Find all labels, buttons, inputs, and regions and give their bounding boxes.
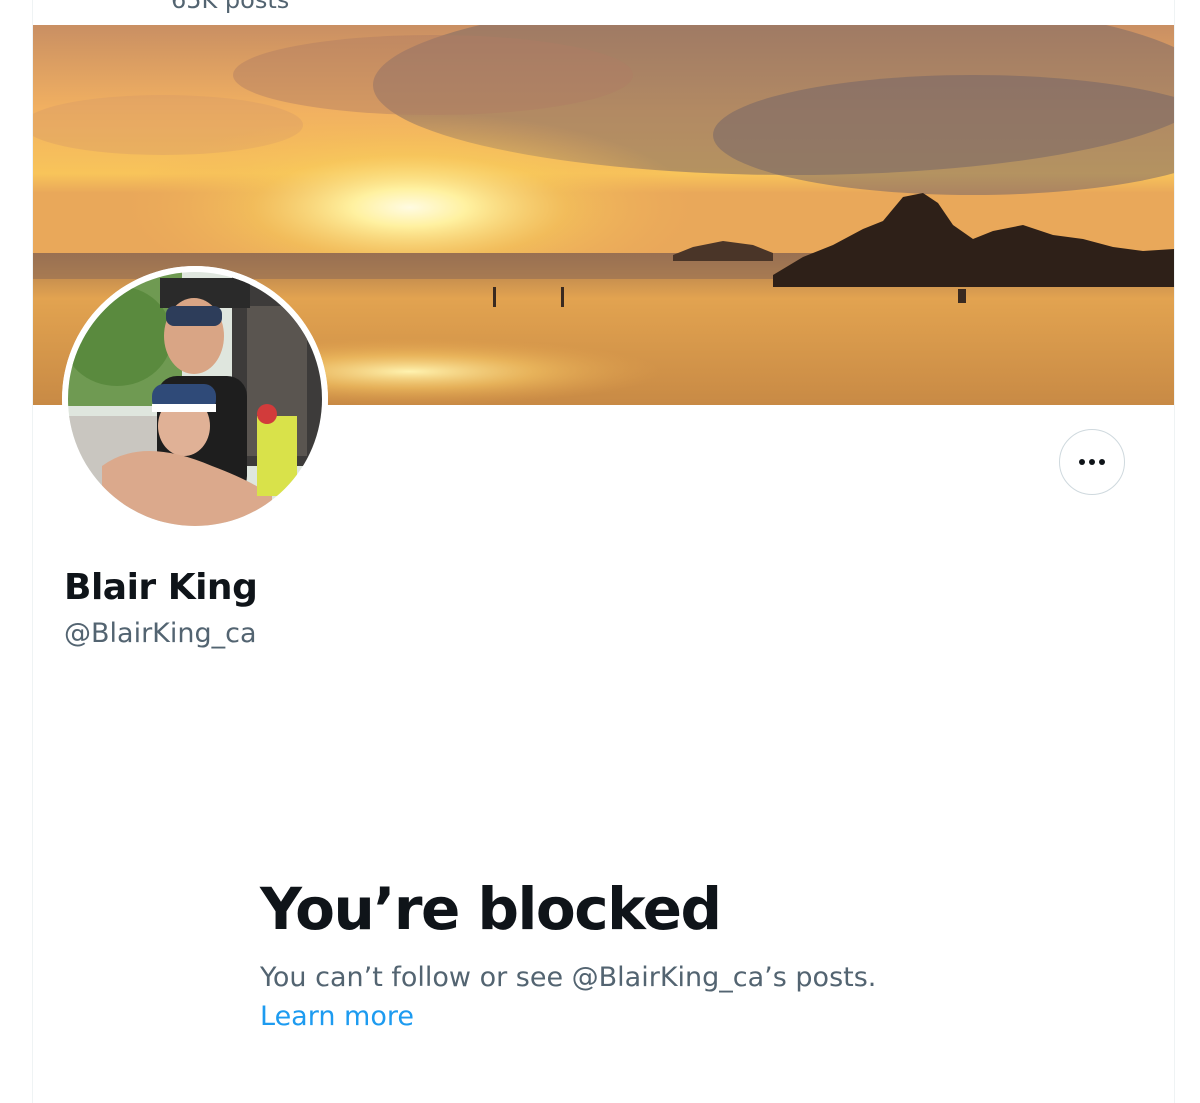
avatar[interactable] xyxy=(62,266,328,532)
more-horizontal-icon xyxy=(1077,459,1107,465)
blocked-message: You can’t follow or see @BlairKing_ca’s … xyxy=(260,958,960,1036)
more-options-button[interactable] xyxy=(1059,429,1125,495)
learn-more-link[interactable]: Learn more xyxy=(260,1001,414,1032)
blocked-message-text: You can’t follow or see @BlairKing_ca’s … xyxy=(260,962,877,993)
blocked-title: You’re blocked xyxy=(260,875,722,943)
profile-display-name: Blair King xyxy=(64,567,258,608)
post-count: 65K posts xyxy=(171,0,290,14)
profile-handle: @BlairKing_ca xyxy=(64,618,257,649)
profile-column: 65K posts Blair King @BlairKing_ca You’r… xyxy=(32,0,1175,1103)
